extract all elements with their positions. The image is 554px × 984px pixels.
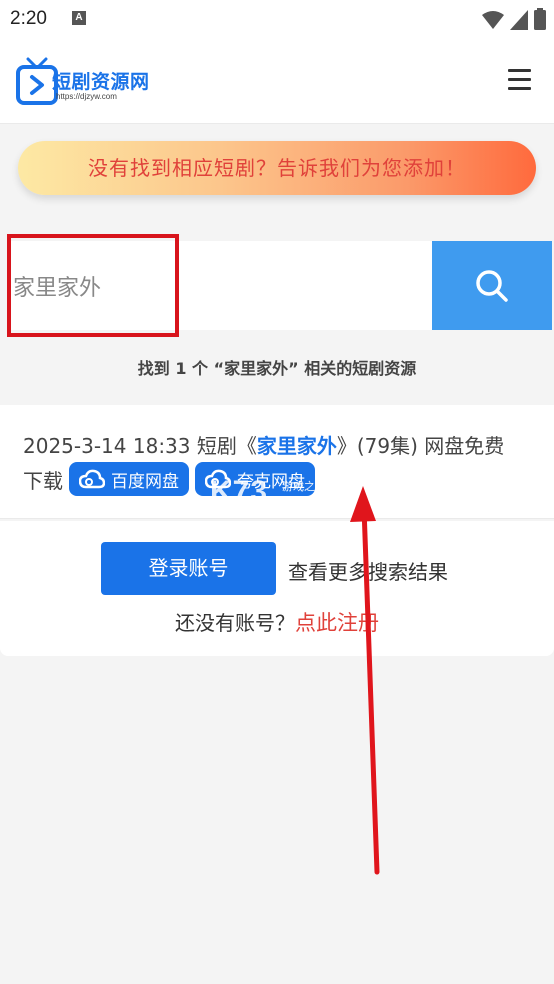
search-input[interactable]	[8, 241, 432, 330]
result-prefix: 短剧《	[196, 434, 257, 458]
menu-icon[interactable]	[508, 69, 532, 93]
status-bar: 2:20 A	[0, 0, 554, 40]
wifi-icon	[482, 11, 504, 29]
result-line: 2025-3-14 18:33 短剧《家里家外》(79集) 网盘免费	[23, 430, 504, 459]
site-header: 短剧资源网 https://djzyw.com	[0, 40, 554, 124]
search-icon	[476, 269, 508, 302]
result-download-line: 下载 百度网盘 夸克网盘	[23, 462, 315, 496]
status-icons	[482, 8, 546, 30]
battery-icon	[534, 8, 546, 30]
notification-a-icon: A	[72, 11, 86, 25]
watermark-text: 游戏之家 .com	[282, 478, 326, 507]
result-count: 找到 1 个 “家里家外” 相关的短剧资源	[137, 359, 417, 378]
request-banner[interactable]: 没有找到相应短剧？告诉我们为您添加！	[18, 141, 536, 195]
search-button[interactable]	[432, 241, 552, 330]
login-panel: 登录账号 查看更多搜索结果 还没有账号？点此注册	[0, 521, 554, 656]
login-button[interactable]: 登录账号	[101, 542, 276, 595]
status-time: 2:20	[10, 8, 47, 29]
result-item: 2025-3-14 18:33 短剧《家里家外》(79集) 网盘免费 下载 百度…	[0, 405, 554, 519]
site-logo[interactable]: 短剧资源网 https://djzyw.com	[16, 57, 168, 107]
signal-icon	[510, 10, 528, 30]
logo-text: 短剧资源网	[52, 71, 150, 93]
watermark-domain: .com	[282, 494, 309, 507]
logo-url: https://djzyw.com	[56, 92, 117, 101]
result-date: 2025-3-14 18:33	[23, 434, 191, 458]
result-title-link[interactable]: 家里家外	[257, 434, 337, 458]
baidu-pan-button[interactable]: 百度网盘	[69, 462, 189, 496]
cloud-icon	[79, 469, 105, 489]
download-label: 下载	[23, 468, 63, 493]
baidu-pan-label: 百度网盘	[111, 471, 179, 492]
watermark-logo: K73	[210, 475, 269, 508]
search-box	[8, 241, 432, 330]
no-account-text: 还没有账号？	[175, 611, 295, 635]
register-line: 还没有账号？点此注册	[0, 607, 554, 637]
watermark-sub: 游戏之家	[282, 480, 326, 493]
more-results-text: 查看更多搜索结果	[288, 560, 448, 584]
register-link[interactable]: 点此注册	[295, 611, 379, 635]
result-suffix: 》(79集) 网盘免费	[336, 434, 505, 458]
